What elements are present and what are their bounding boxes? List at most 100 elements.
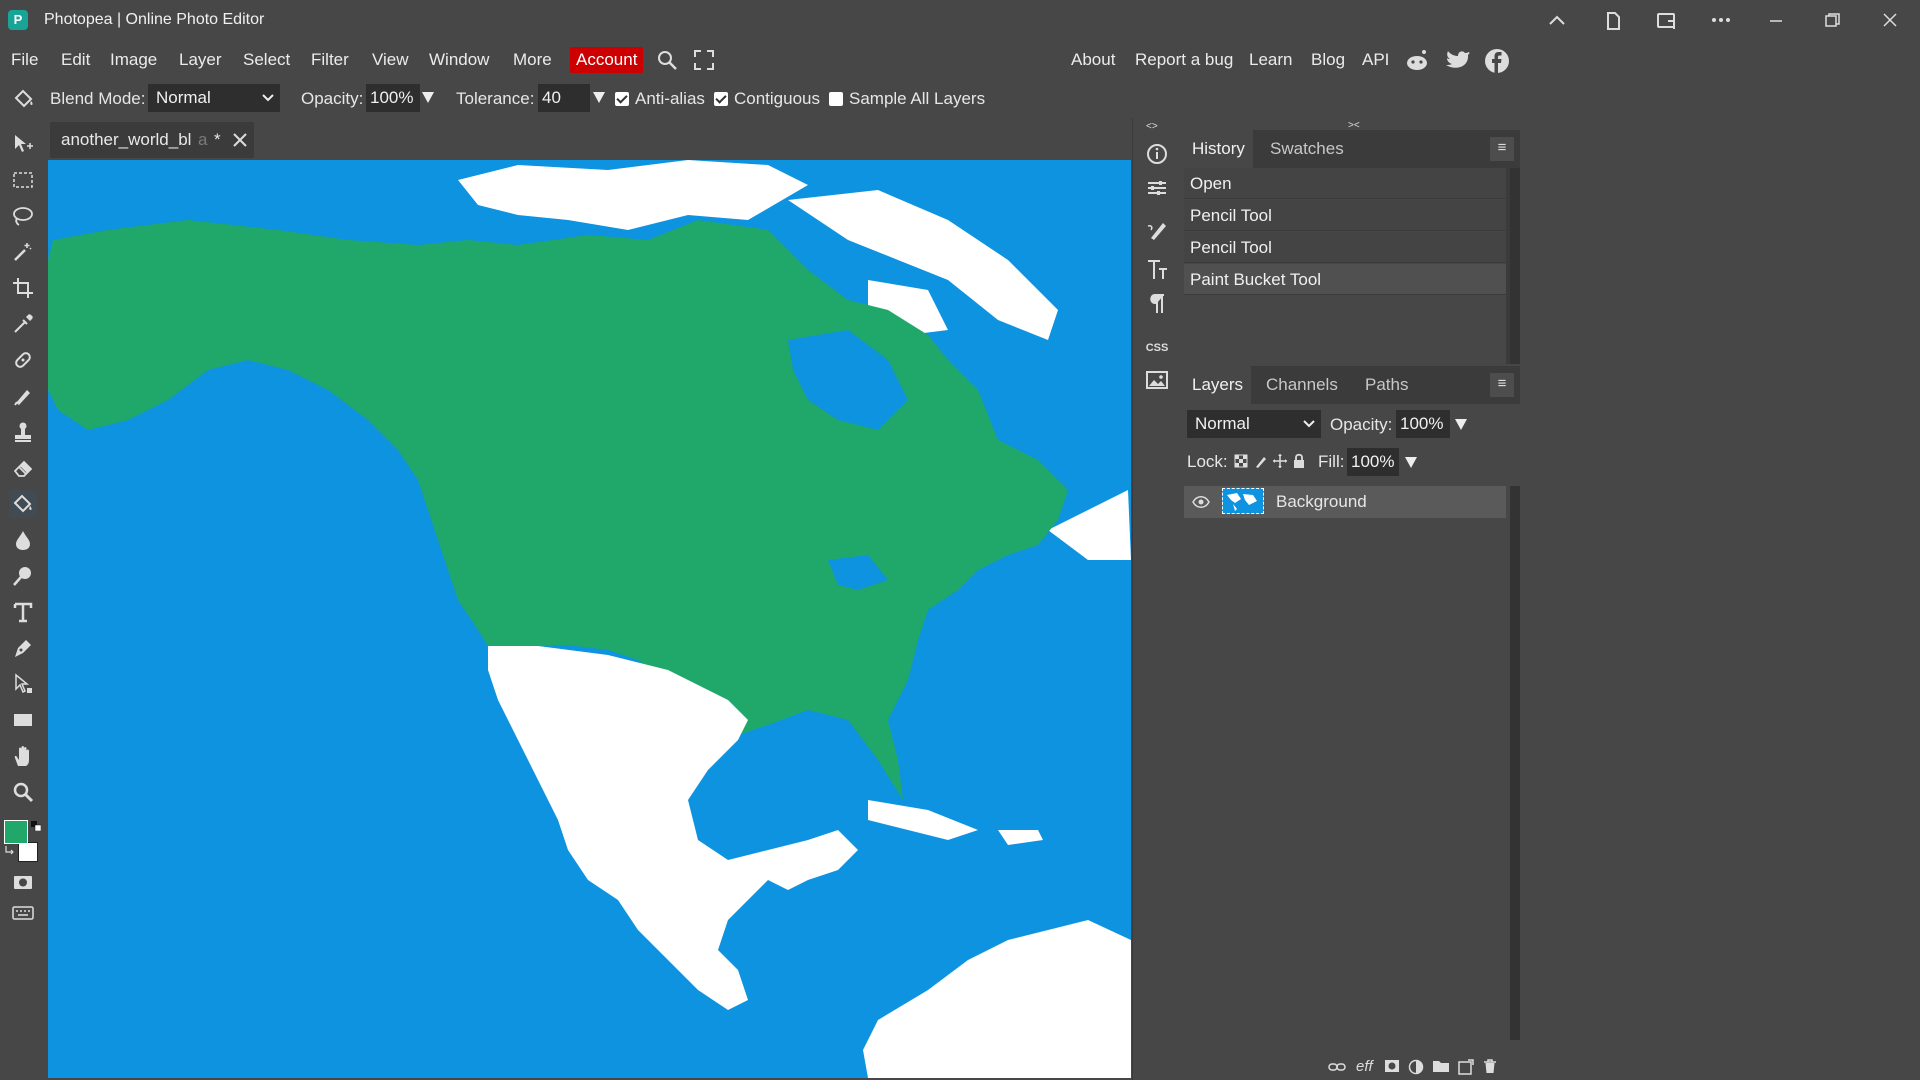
- sample-all-layers-checkbox[interactable]: [829, 92, 843, 106]
- tab-history[interactable]: History: [1184, 130, 1253, 168]
- paragraph-icon[interactable]: [1143, 290, 1171, 318]
- eraser-icon[interactable]: [9, 454, 37, 482]
- foreground-color-swatch[interactable]: [4, 820, 28, 844]
- pen-icon[interactable]: [9, 634, 37, 662]
- paint-bucket-icon[interactable]: [9, 490, 37, 518]
- device-icon[interactable]: [1651, 6, 1683, 34]
- folder-icon[interactable]: [1432, 1059, 1450, 1073]
- lock-all-icon[interactable]: [1292, 453, 1306, 469]
- menu-image[interactable]: Image: [110, 50, 157, 70]
- keyboard-icon[interactable]: [9, 898, 37, 926]
- link-icon[interactable]: [1328, 1060, 1346, 1074]
- lock-pixels-icon[interactable]: [1254, 454, 1268, 468]
- layer-blend-select[interactable]: Normal: [1187, 410, 1321, 438]
- panel-menu-icon[interactable]: ≡: [1490, 137, 1514, 161]
- menu-file[interactable]: File: [11, 50, 38, 70]
- effects-icon[interactable]: eff: [1356, 1058, 1373, 1075]
- twitter-icon[interactable]: [1445, 49, 1471, 71]
- menu-more[interactable]: More: [513, 50, 552, 70]
- close-tab-icon[interactable]: [232, 132, 248, 148]
- link-api[interactable]: API: [1362, 50, 1389, 70]
- blend-mode-select[interactable]: Normal: [148, 84, 280, 112]
- new-layer-icon[interactable]: [1458, 1059, 1474, 1075]
- minimize-icon[interactable]: [1760, 6, 1792, 34]
- restore-icon[interactable]: [1816, 6, 1848, 34]
- default-colors-icon[interactable]: [31, 821, 41, 831]
- canvas[interactable]: [48, 160, 1131, 1078]
- lasso-icon[interactable]: [9, 202, 37, 230]
- fill-input[interactable]: 100%: [1347, 448, 1399, 476]
- close-icon[interactable]: [1874, 6, 1906, 34]
- zoom-icon[interactable]: [9, 778, 37, 806]
- tab-paths[interactable]: Paths: [1357, 366, 1416, 404]
- rectangle-icon[interactable]: [9, 706, 37, 734]
- search-icon[interactable]: [656, 49, 678, 71]
- collapse-arrows-icon[interactable]: <>: [1146, 121, 1158, 132]
- link-report-bug[interactable]: Report a bug: [1135, 50, 1233, 70]
- lock-position-icon[interactable]: [1273, 454, 1287, 468]
- more-icon[interactable]: [1705, 6, 1737, 34]
- layer-opacity-input[interactable]: 100%: [1396, 410, 1450, 438]
- hand-icon[interactable]: [9, 742, 37, 770]
- facebook-icon[interactable]: [1484, 48, 1510, 74]
- move-icon[interactable]: [9, 130, 37, 158]
- marquee-icon[interactable]: [9, 166, 37, 194]
- opacity-input[interactable]: 100%: [366, 84, 420, 112]
- history-item[interactable]: Pencil Tool: [1184, 232, 1506, 263]
- menu-filter[interactable]: Filter: [311, 50, 349, 70]
- tab-layers[interactable]: Layers: [1184, 366, 1252, 404]
- history-item[interactable]: Open: [1184, 168, 1506, 199]
- document-icon[interactable]: [1597, 6, 1629, 34]
- image-icon[interactable]: [1143, 366, 1171, 394]
- lock-transparency-icon[interactable]: [1234, 454, 1248, 468]
- layers-scrollbar[interactable]: [1510, 486, 1520, 1040]
- dodge-icon[interactable]: [9, 562, 37, 590]
- menu-view[interactable]: View: [372, 50, 409, 70]
- healing-icon[interactable]: [9, 346, 37, 374]
- link-learn[interactable]: Learn: [1249, 50, 1292, 70]
- background-color-swatch[interactable]: [18, 842, 38, 862]
- reddit-icon[interactable]: [1404, 48, 1430, 72]
- css-icon[interactable]: CSS: [1143, 334, 1171, 362]
- history-item[interactable]: Pencil Tool: [1184, 200, 1506, 231]
- menu-edit[interactable]: Edit: [61, 50, 90, 70]
- opacity-dropdown-icon[interactable]: [421, 90, 435, 104]
- adjustment-icon[interactable]: [1408, 1059, 1424, 1075]
- blur-icon[interactable]: [9, 526, 37, 554]
- tolerance-dropdown-icon[interactable]: [592, 90, 606, 104]
- brush-settings-icon[interactable]: [1143, 216, 1171, 244]
- fullscreen-icon[interactable]: [693, 49, 715, 71]
- character-icon[interactable]: [1143, 256, 1171, 284]
- mask-icon[interactable]: [1384, 1059, 1400, 1073]
- eyedropper-icon[interactable]: [9, 310, 37, 338]
- path-select-icon[interactable]: [9, 670, 37, 698]
- crop-icon[interactable]: [9, 274, 37, 302]
- fill-dropdown-icon[interactable]: [1404, 455, 1418, 469]
- document-tab[interactable]: another_world_bl a *: [50, 122, 254, 158]
- stamp-icon[interactable]: [9, 418, 37, 446]
- account-button[interactable]: Account: [570, 47, 644, 73]
- anti-alias-checkbox[interactable]: [615, 92, 629, 106]
- info-icon[interactable]: [1143, 140, 1171, 168]
- menu-layer[interactable]: Layer: [179, 50, 222, 70]
- trash-icon[interactable]: [1482, 1058, 1498, 1074]
- history-scrollbar[interactable]: [1510, 168, 1520, 364]
- magic-wand-icon[interactable]: [9, 238, 37, 266]
- menu-window[interactable]: Window: [429, 50, 489, 70]
- tab-swatches[interactable]: Swatches: [1262, 130, 1352, 168]
- eye-icon[interactable]: [1192, 495, 1210, 509]
- tab-channels[interactable]: Channels: [1258, 366, 1346, 404]
- tolerance-input[interactable]: 40: [538, 84, 590, 112]
- quick-mask-icon[interactable]: [9, 868, 37, 896]
- adjust-icon[interactable]: [1143, 174, 1171, 202]
- menu-select[interactable]: Select: [243, 50, 290, 70]
- swap-colors-icon[interactable]: [4, 844, 16, 856]
- link-blog[interactable]: Blog: [1311, 50, 1345, 70]
- chevron-up-icon[interactable]: [1541, 6, 1573, 34]
- type-icon[interactable]: [9, 598, 37, 626]
- history-item[interactable]: Paint Bucket Tool: [1184, 264, 1506, 295]
- layer-opacity-dropdown-icon[interactable]: [1454, 417, 1468, 431]
- brush-icon[interactable]: [9, 382, 37, 410]
- layer-row[interactable]: Background: [1184, 486, 1506, 518]
- panel-menu-icon[interactable]: ≡: [1490, 373, 1514, 397]
